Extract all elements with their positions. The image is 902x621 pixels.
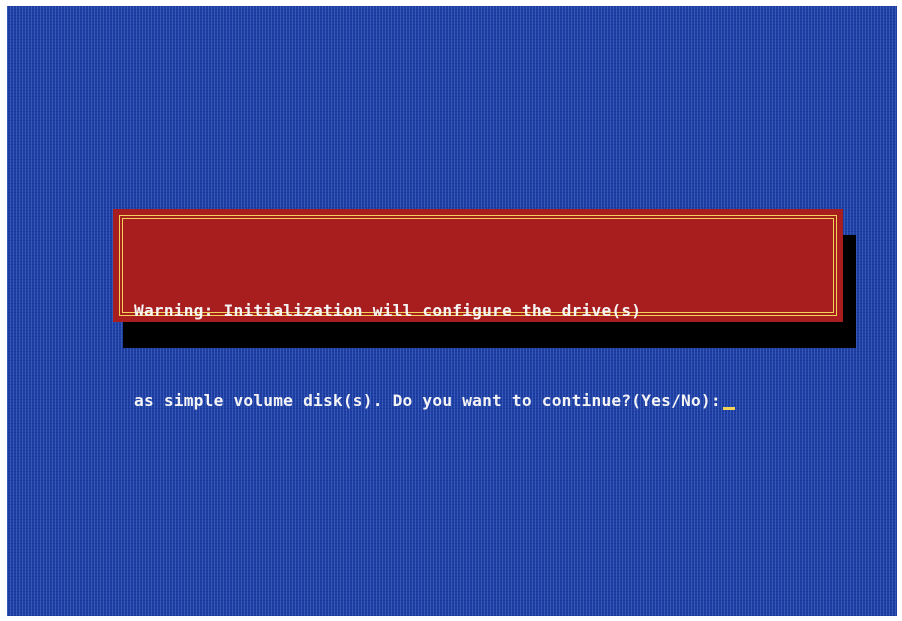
dialog-message: Warning: Initialization will configure t… bbox=[134, 236, 735, 476]
confirmation-prompt-text: as simple volume disk(s). Do you want to… bbox=[134, 391, 721, 410]
warning-message-line-1: Warning: Initialization will configure t… bbox=[134, 301, 642, 320]
warning-dialog: Warning: Initialization will configure t… bbox=[113, 209, 843, 410]
confirmation-prompt-line: as simple volume disk(s). Do you want to… bbox=[134, 386, 735, 416]
bios-screen: Warning: Initialization will configure t… bbox=[7, 6, 897, 616]
text-cursor bbox=[722, 407, 735, 410]
